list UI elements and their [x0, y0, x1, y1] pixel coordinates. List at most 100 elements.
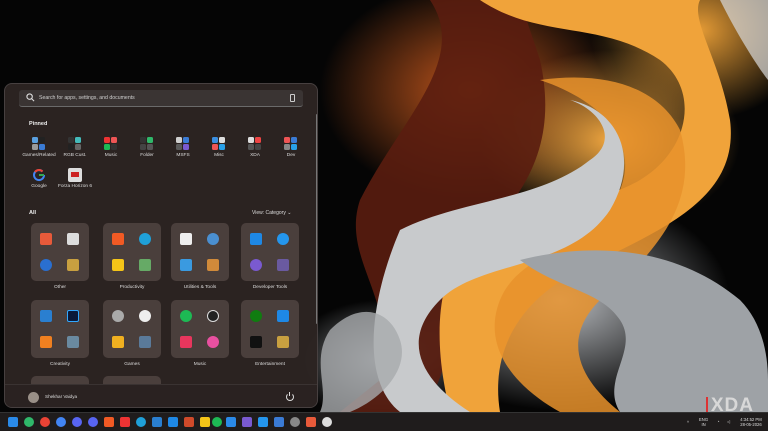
- volume-icon[interactable]: ◁: [727, 419, 730, 424]
- spotify-icon: [180, 310, 192, 322]
- folder-icon: [104, 137, 118, 151]
- start-icon[interactable]: [8, 417, 18, 427]
- calculator-icon: [180, 259, 192, 271]
- pinned-folder-misc[interactable]: Misc: [199, 133, 239, 167]
- taskbar-app-icon[interactable]: [322, 417, 332, 427]
- search-input[interactable]: [39, 92, 279, 104]
- taskbar-app-icon[interactable]: [226, 417, 236, 427]
- taskbar-app-icon[interactable]: [184, 417, 194, 427]
- taskbar-app-icon[interactable]: [24, 417, 34, 427]
- vscode-icon: [250, 233, 262, 245]
- gear-icon[interactable]: [290, 417, 300, 427]
- taskbar-app-icon[interactable]: [56, 417, 66, 427]
- wifi-icon[interactable]: ◔: [717, 419, 720, 424]
- avatar[interactable]: [28, 392, 39, 403]
- category-developer-tools[interactable]: Developer Tools: [241, 223, 299, 297]
- xbox-icon: [250, 310, 262, 322]
- user-name[interactable]: Shekhar Vaidya: [45, 394, 77, 399]
- photoshop-icon: [67, 310, 79, 322]
- category-utilities[interactable]: Utilities & Tools: [171, 223, 229, 297]
- category-games[interactable]: Games: [103, 300, 161, 374]
- view-category-label: View: Category: [252, 210, 286, 216]
- app-icon: [40, 310, 52, 322]
- category-entertainment[interactable]: Entertainment: [241, 300, 299, 374]
- view-category-dropdown[interactable]: View: Category ⌄: [252, 210, 291, 216]
- folder-icon: [212, 137, 226, 151]
- taskbar-app-icon[interactable]: [258, 417, 268, 427]
- category-other[interactable]: Other: [31, 223, 89, 297]
- vlc-icon: [40, 336, 52, 348]
- all-title: All: [29, 210, 37, 216]
- forza-icon: [68, 168, 82, 182]
- xda-watermark: XDA: [705, 395, 754, 412]
- date: 28-05-2026: [740, 422, 762, 427]
- itunes-icon: [207, 336, 219, 348]
- discord-icon[interactable]: [72, 417, 82, 427]
- chevron-up-icon[interactable]: ^: [687, 420, 689, 425]
- taskbar-app-icon[interactable]: [306, 417, 316, 427]
- folder-icon: [68, 137, 82, 151]
- app-icon: [180, 233, 192, 245]
- pinned-folder-music[interactable]: Music: [91, 133, 131, 167]
- pinned-folder-games[interactable]: Games/Related: [19, 133, 59, 167]
- search-box[interactable]: [19, 90, 303, 107]
- pinned-folder-rgb[interactable]: RGB Cust.: [55, 133, 95, 167]
- taskbar-app-icon[interactable]: [168, 417, 178, 427]
- app-icon: [139, 259, 151, 271]
- category-box: [103, 300, 161, 358]
- app-icon: [250, 259, 262, 271]
- chrome-icon[interactable]: [40, 417, 50, 427]
- edge-icon[interactable]: [136, 417, 146, 427]
- ea-icon: [139, 310, 151, 322]
- brave-icon[interactable]: [104, 417, 114, 427]
- rockstar-icon: [112, 336, 124, 348]
- folder-icon: [32, 137, 46, 151]
- clock[interactable]: 4:34:52 PM 28-05-2026: [737, 417, 765, 427]
- category-partial: [31, 376, 89, 384]
- category-box: [171, 300, 229, 358]
- scrollbar[interactable]: [316, 114, 317, 324]
- category-box: [241, 300, 299, 358]
- taskbar-app-icon[interactable]: [242, 417, 252, 427]
- folder-icon: [176, 137, 190, 151]
- app-icon: [67, 233, 79, 245]
- spotify-icon[interactable]: [212, 417, 222, 427]
- category-box: [241, 223, 299, 281]
- language-indicator[interactable]: ENG IN: [699, 417, 708, 427]
- region-label: IN: [701, 422, 706, 427]
- pinned-folder-dev[interactable]: Dev: [271, 133, 311, 167]
- category-productivity[interactable]: Productivity: [103, 223, 161, 297]
- pinned-folder-folder[interactable]: Folder: [127, 133, 167, 167]
- pinned-folder-msfs[interactable]: MSFS: [163, 133, 203, 167]
- pinned-title: Pinned: [29, 121, 48, 127]
- folder-icon: [112, 259, 124, 271]
- app-icon: [277, 310, 289, 322]
- taskbar-app-icon[interactable]: [88, 417, 98, 427]
- category-box: [31, 300, 89, 358]
- taskbar: ^ ENG IN ◔ ◁ 4:34:52 PM 28-05-2026: [0, 412, 768, 431]
- user-bar: Shekhar Vaidya: [5, 384, 317, 407]
- gear-icon: [207, 233, 219, 245]
- search-icon: [26, 93, 35, 102]
- power-icon[interactable]: [286, 392, 294, 401]
- pinned-google[interactable]: Google: [19, 164, 59, 198]
- category-box: [171, 223, 229, 281]
- mail-icon[interactable]: [152, 417, 162, 427]
- brave-icon: [112, 233, 124, 245]
- folder-icon: [140, 137, 154, 151]
- category-box: [103, 223, 161, 281]
- category-partial: [103, 376, 161, 384]
- app-icon: [207, 259, 219, 271]
- pinned-folder-xda[interactable]: XDA: [235, 133, 275, 167]
- pinned-forza[interactable]: Forza Horizon 6: [55, 164, 95, 198]
- camera-icon[interactable]: [290, 94, 295, 102]
- file-explorer-icon[interactable]: [200, 417, 210, 427]
- category-creativity[interactable]: Creativity: [31, 300, 89, 374]
- app-icon: [277, 336, 289, 348]
- start-menu: Pinned Games/Related RGB Cust. Music Fol…: [4, 83, 318, 408]
- folder-icon: [248, 137, 262, 151]
- category-music[interactable]: Music: [171, 300, 229, 374]
- play-icon: [207, 310, 219, 322]
- taskbar-app-icon[interactable]: [120, 417, 130, 427]
- taskbar-app-icon[interactable]: [274, 417, 284, 427]
